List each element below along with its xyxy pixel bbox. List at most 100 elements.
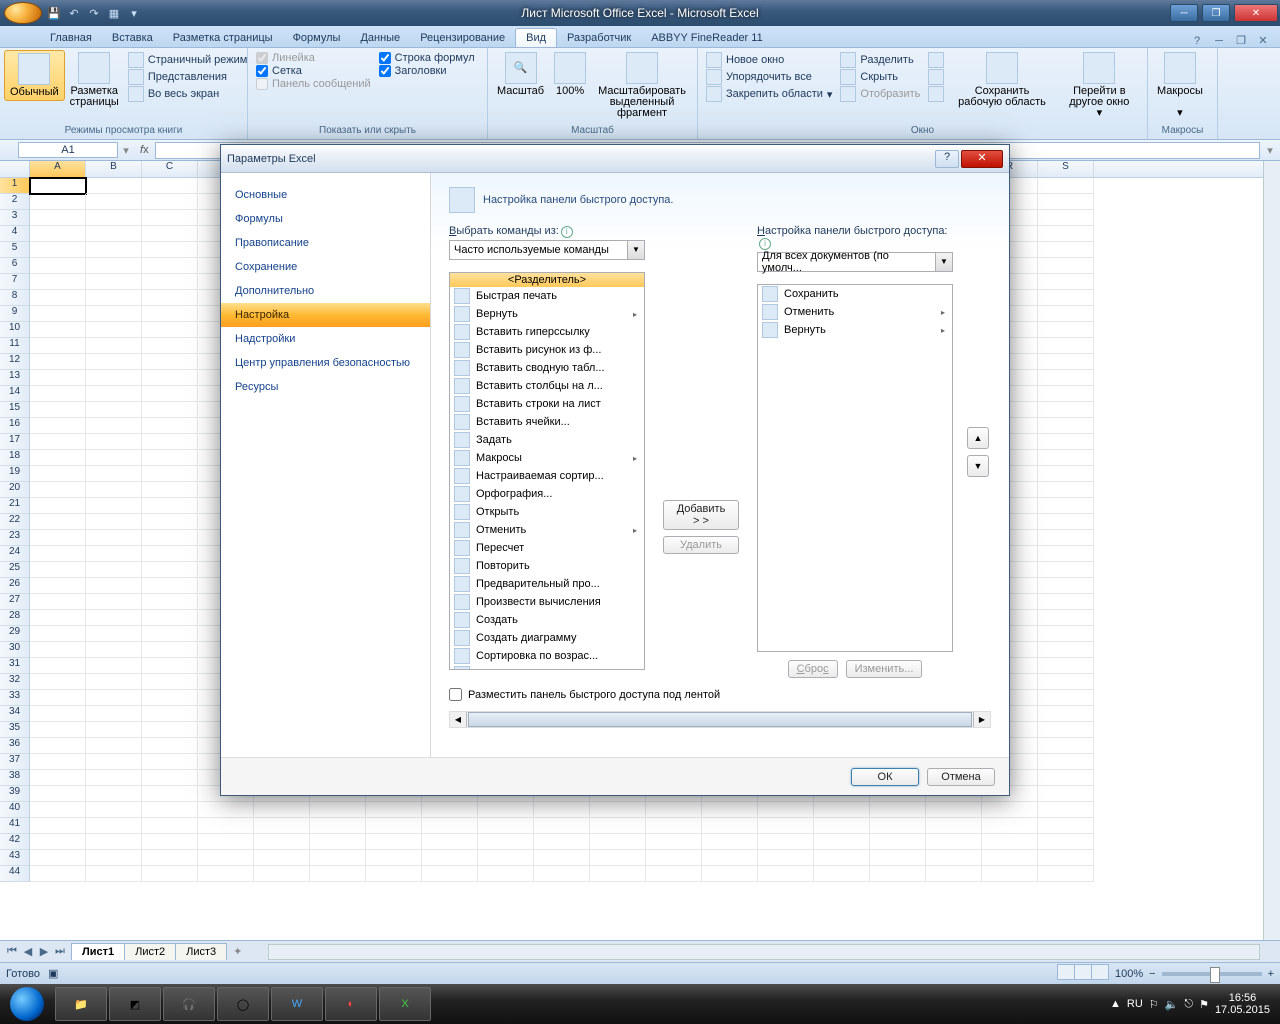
- list-item[interactable]: Вернуть▸: [450, 305, 644, 323]
- cell[interactable]: [86, 242, 142, 258]
- row-header[interactable]: 17: [0, 434, 30, 450]
- view-fullscreen-button[interactable]: Во весь экран: [128, 86, 248, 102]
- row-header[interactable]: 4: [0, 226, 30, 242]
- cell[interactable]: [534, 834, 590, 850]
- cell[interactable]: [142, 338, 198, 354]
- row-header[interactable]: 22: [0, 514, 30, 530]
- cell[interactable]: [702, 866, 758, 882]
- cell[interactable]: [142, 194, 198, 210]
- cell[interactable]: [366, 834, 422, 850]
- cell[interactable]: [758, 834, 814, 850]
- cell[interactable]: [86, 834, 142, 850]
- cell[interactable]: [30, 178, 86, 194]
- row-header[interactable]: 21: [0, 498, 30, 514]
- cell[interactable]: [310, 818, 366, 834]
- row-header[interactable]: 1: [0, 178, 30, 194]
- cell[interactable]: [30, 338, 86, 354]
- customize-qat-combo[interactable]: Для всех документов (по умолч...▼: [757, 252, 953, 272]
- sheet-tab[interactable]: Лист3: [175, 943, 227, 960]
- cell[interactable]: [1038, 706, 1094, 722]
- tray-icon4[interactable]: ⚑: [1199, 998, 1209, 1011]
- cell[interactable]: [86, 546, 142, 562]
- cell[interactable]: [30, 610, 86, 626]
- cell[interactable]: [254, 850, 310, 866]
- cell[interactable]: [142, 450, 198, 466]
- cell[interactable]: [254, 866, 310, 882]
- cell[interactable]: [1038, 722, 1094, 738]
- row-header[interactable]: 44: [0, 866, 30, 882]
- cell[interactable]: [422, 802, 478, 818]
- dialog-close-button[interactable]: ✕: [961, 150, 1003, 168]
- window-close-button[interactable]: ✕: [1234, 4, 1278, 22]
- cell[interactable]: [142, 626, 198, 642]
- list-item[interactable]: Предварительный про...: [450, 575, 644, 593]
- row-header[interactable]: 38: [0, 770, 30, 786]
- cell[interactable]: [30, 514, 86, 530]
- cell[interactable]: [142, 530, 198, 546]
- cell[interactable]: [926, 818, 982, 834]
- task-app3[interactable]: ◐: [325, 987, 377, 1021]
- nav-item[interactable]: Ресурсы: [221, 375, 430, 399]
- cell[interactable]: [30, 658, 86, 674]
- list-item[interactable]: Макросы▸: [450, 449, 644, 467]
- sheet-tab[interactable]: Лист1: [71, 943, 125, 960]
- cell[interactable]: [30, 866, 86, 882]
- cell[interactable]: [142, 386, 198, 402]
- cell[interactable]: [142, 642, 198, 658]
- cell[interactable]: [86, 354, 142, 370]
- ok-button[interactable]: ОК: [851, 768, 919, 786]
- cell[interactable]: [30, 498, 86, 514]
- cell[interactable]: [142, 786, 198, 802]
- cell[interactable]: [1038, 770, 1094, 786]
- cell[interactable]: [142, 274, 198, 290]
- cell[interactable]: [926, 834, 982, 850]
- cell[interactable]: [646, 802, 702, 818]
- zoom-button[interactable]: 🔍Масштаб: [492, 50, 549, 99]
- row-header[interactable]: 31: [0, 658, 30, 674]
- row-header[interactable]: 8: [0, 290, 30, 306]
- cell[interactable]: [142, 610, 198, 626]
- cell[interactable]: [30, 290, 86, 306]
- cell[interactable]: [86, 706, 142, 722]
- cell[interactable]: [646, 866, 702, 882]
- remove-button[interactable]: Удалить: [663, 536, 739, 554]
- cell[interactable]: [30, 850, 86, 866]
- cell[interactable]: [86, 770, 142, 786]
- zoom-out-icon[interactable]: −: [1149, 968, 1155, 980]
- sheet-nav-prev-icon[interactable]: ◀: [20, 945, 36, 958]
- cell[interactable]: [310, 834, 366, 850]
- cell[interactable]: [30, 386, 86, 402]
- cell[interactable]: [198, 834, 254, 850]
- arrange-all-button[interactable]: Упорядочить все: [706, 69, 832, 85]
- cell[interactable]: [30, 418, 86, 434]
- cell[interactable]: [30, 722, 86, 738]
- cell[interactable]: [86, 194, 142, 210]
- cell[interactable]: [814, 802, 870, 818]
- cell[interactable]: [366, 866, 422, 882]
- cell[interactable]: [366, 850, 422, 866]
- cell[interactable]: [142, 738, 198, 754]
- cell[interactable]: [1038, 274, 1094, 290]
- cell[interactable]: [86, 578, 142, 594]
- window-maximize-button[interactable]: ❐: [1202, 4, 1230, 22]
- row-header[interactable]: 11: [0, 338, 30, 354]
- cell[interactable]: [86, 418, 142, 434]
- cell[interactable]: [926, 866, 982, 882]
- dialog-titlebar[interactable]: Параметры Excel ? ✕: [221, 145, 1009, 173]
- cell[interactable]: [30, 274, 86, 290]
- cell[interactable]: [30, 370, 86, 386]
- cell[interactable]: [86, 674, 142, 690]
- cell[interactable]: [1038, 194, 1094, 210]
- cell[interactable]: [422, 834, 478, 850]
- list-item[interactable]: Отменить▸: [450, 521, 644, 539]
- nav-item[interactable]: Формулы: [221, 207, 430, 231]
- cell[interactable]: [1038, 338, 1094, 354]
- list-item[interactable]: Вставить сводную табл...: [450, 359, 644, 377]
- cell[interactable]: [142, 242, 198, 258]
- cell[interactable]: [86, 434, 142, 450]
- cell[interactable]: [30, 786, 86, 802]
- row-header[interactable]: 16: [0, 418, 30, 434]
- dialog-hscroll[interactable]: ◀ ▶: [449, 711, 991, 728]
- cell[interactable]: [30, 434, 86, 450]
- cell[interactable]: [758, 802, 814, 818]
